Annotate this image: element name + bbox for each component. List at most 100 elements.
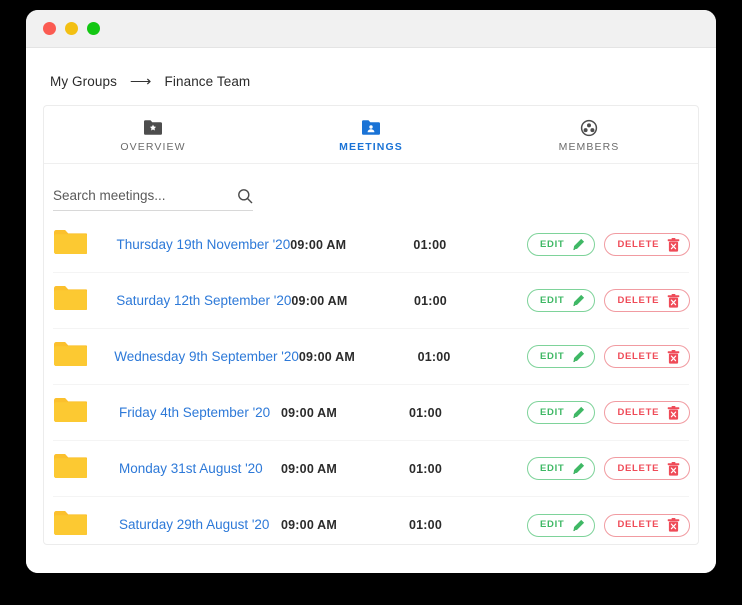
tab-overview[interactable]: OVERVIEW xyxy=(44,106,262,163)
delete-button[interactable]: DELETE xyxy=(604,513,691,537)
search-input[interactable] xyxy=(53,186,231,205)
maximize-window-button[interactable] xyxy=(87,22,100,35)
pencil-icon xyxy=(572,238,585,251)
tab-members-label: MEMBERS xyxy=(558,141,620,153)
table-row: Wednesday 9th September '20 09:00 AM 01:… xyxy=(53,329,691,385)
close-window-button[interactable] xyxy=(43,22,56,35)
delete-button[interactable]: DELETE xyxy=(604,233,691,256)
edit-button-label: EDIT xyxy=(540,238,565,250)
row-icon-cell xyxy=(53,396,119,429)
folder-icon xyxy=(53,340,89,373)
meeting-duration: 01:00 xyxy=(413,293,447,308)
row-title-cell: Friday 4th September '20 xyxy=(119,404,281,422)
table-row: Saturday 29th August '20 09:00 AM 01:00 … xyxy=(53,497,691,544)
trash-icon xyxy=(667,349,680,364)
folder-person-icon xyxy=(361,119,381,136)
delete-button-label: DELETE xyxy=(617,238,660,250)
row-icon-cell xyxy=(53,340,114,373)
edit-button[interactable]: EDIT xyxy=(527,401,596,424)
delete-button-label: DELETE xyxy=(617,350,660,362)
minimize-window-button[interactable] xyxy=(65,22,78,35)
trash-icon xyxy=(667,461,680,476)
tab-meetings[interactable]: MEETINGS xyxy=(262,106,480,163)
folder-star-icon xyxy=(143,119,163,136)
window-titlebar xyxy=(26,10,716,48)
table-row: Monday 31st August '20 09:00 AM 01:00 ED… xyxy=(53,441,691,497)
breadcrumb: My Groups ⟶ Finance Team xyxy=(43,48,699,105)
delete-button[interactable]: DELETE xyxy=(604,457,691,480)
delete-button[interactable]: DELETE xyxy=(604,401,691,424)
edit-button-label: EDIT xyxy=(539,294,565,306)
meeting-time: 09:00 AM xyxy=(291,293,348,308)
members-group-icon xyxy=(580,119,598,136)
meeting-time: 09:00 AM xyxy=(298,349,355,364)
edit-button-label: EDIT xyxy=(540,350,565,362)
delete-button-label: DELETE xyxy=(617,406,660,418)
row-actions: EDIT DELETE xyxy=(527,401,691,424)
trash-icon xyxy=(667,293,680,308)
row-title-cell: Saturday 29th August '20 xyxy=(119,516,281,534)
meeting-time: 09:00 AM xyxy=(281,405,338,420)
edit-button-label: EDIT xyxy=(540,519,565,531)
row-icon-cell xyxy=(53,228,117,261)
tab-bar: OVERVIEW MEETINGS MEMBERS xyxy=(44,106,698,164)
search-box[interactable] xyxy=(53,186,253,211)
pencil-icon xyxy=(572,462,585,475)
meeting-title-link[interactable]: Saturday 29th August '20 xyxy=(119,517,269,532)
pencil-icon xyxy=(572,294,585,307)
delete-button[interactable]: DELETE xyxy=(604,345,691,368)
page-content: My Groups ⟶ Finance Team OVERVIEW MEETIN… xyxy=(26,48,716,573)
meeting-time: 09:00 AM xyxy=(281,518,338,532)
row-actions: EDIT DELETE xyxy=(527,457,691,480)
row-title-cell: Saturday 12th September '20 xyxy=(116,292,291,310)
folder-icon xyxy=(53,452,89,485)
breadcrumb-current: Finance Team xyxy=(164,74,251,89)
meeting-duration: 01:00 xyxy=(409,405,442,420)
delete-button-label: DELETE xyxy=(617,294,660,306)
edit-button[interactable]: EDIT xyxy=(526,289,596,312)
edit-button[interactable]: EDIT xyxy=(527,513,596,537)
row-title-cell: Monday 31st August '20 xyxy=(119,460,281,478)
meeting-time: 09:00 AM xyxy=(281,461,338,476)
edit-button[interactable]: EDIT xyxy=(527,345,596,368)
row-actions: EDIT DELETE xyxy=(526,289,691,312)
meeting-title-link[interactable]: Monday 31st August '20 xyxy=(119,461,263,476)
delete-button-label: DELETE xyxy=(617,519,660,531)
row-icon-cell xyxy=(53,452,119,485)
meeting-title-link[interactable]: Saturday 12th September '20 xyxy=(116,293,291,308)
tab-meetings-label: MEETINGS xyxy=(339,141,403,153)
edit-button[interactable]: EDIT xyxy=(527,457,596,480)
table-row: Friday 4th September '20 09:00 AM 01:00 … xyxy=(53,385,691,441)
row-icon-cell xyxy=(53,284,116,317)
folder-icon xyxy=(53,228,89,261)
row-actions: EDIT DELETE xyxy=(527,513,691,537)
meeting-title-link[interactable]: Wednesday 9th September '20 xyxy=(114,349,299,364)
row-title-cell: Thursday 19th November '20 xyxy=(117,236,291,254)
folder-icon xyxy=(53,284,89,317)
meeting-time: 09:00 AM xyxy=(290,237,347,252)
table-row: Saturday 12th September '20 09:00 AM 01:… xyxy=(53,273,691,329)
tab-overview-label: OVERVIEW xyxy=(120,141,186,153)
folder-icon xyxy=(53,509,89,542)
row-actions: EDIT DELETE xyxy=(527,233,691,256)
search-area xyxy=(44,164,698,217)
meeting-duration: 01:00 xyxy=(409,518,442,532)
edit-button[interactable]: EDIT xyxy=(527,233,596,256)
delete-button-label: DELETE xyxy=(617,462,660,474)
row-actions: EDIT DELETE xyxy=(527,345,691,368)
breadcrumb-root[interactable]: My Groups xyxy=(50,74,117,89)
edit-button-label: EDIT xyxy=(540,406,565,418)
meeting-duration: 01:00 xyxy=(413,237,447,252)
meeting-duration: 01:00 xyxy=(409,461,442,476)
edit-button-label: EDIT xyxy=(540,462,565,474)
trash-icon xyxy=(667,405,680,420)
delete-button[interactable]: DELETE xyxy=(604,289,691,312)
pencil-icon xyxy=(572,350,585,363)
pencil-icon xyxy=(572,519,585,532)
row-title-cell: Wednesday 9th September '20 xyxy=(114,348,299,366)
breadcrumb-arrow-icon: ⟶ xyxy=(129,73,152,90)
search-icon[interactable] xyxy=(231,188,253,204)
meeting-title-link[interactable]: Thursday 19th November '20 xyxy=(117,237,291,252)
tab-members[interactable]: MEMBERS xyxy=(480,106,698,163)
meeting-title-link[interactable]: Friday 4th September '20 xyxy=(119,405,270,420)
